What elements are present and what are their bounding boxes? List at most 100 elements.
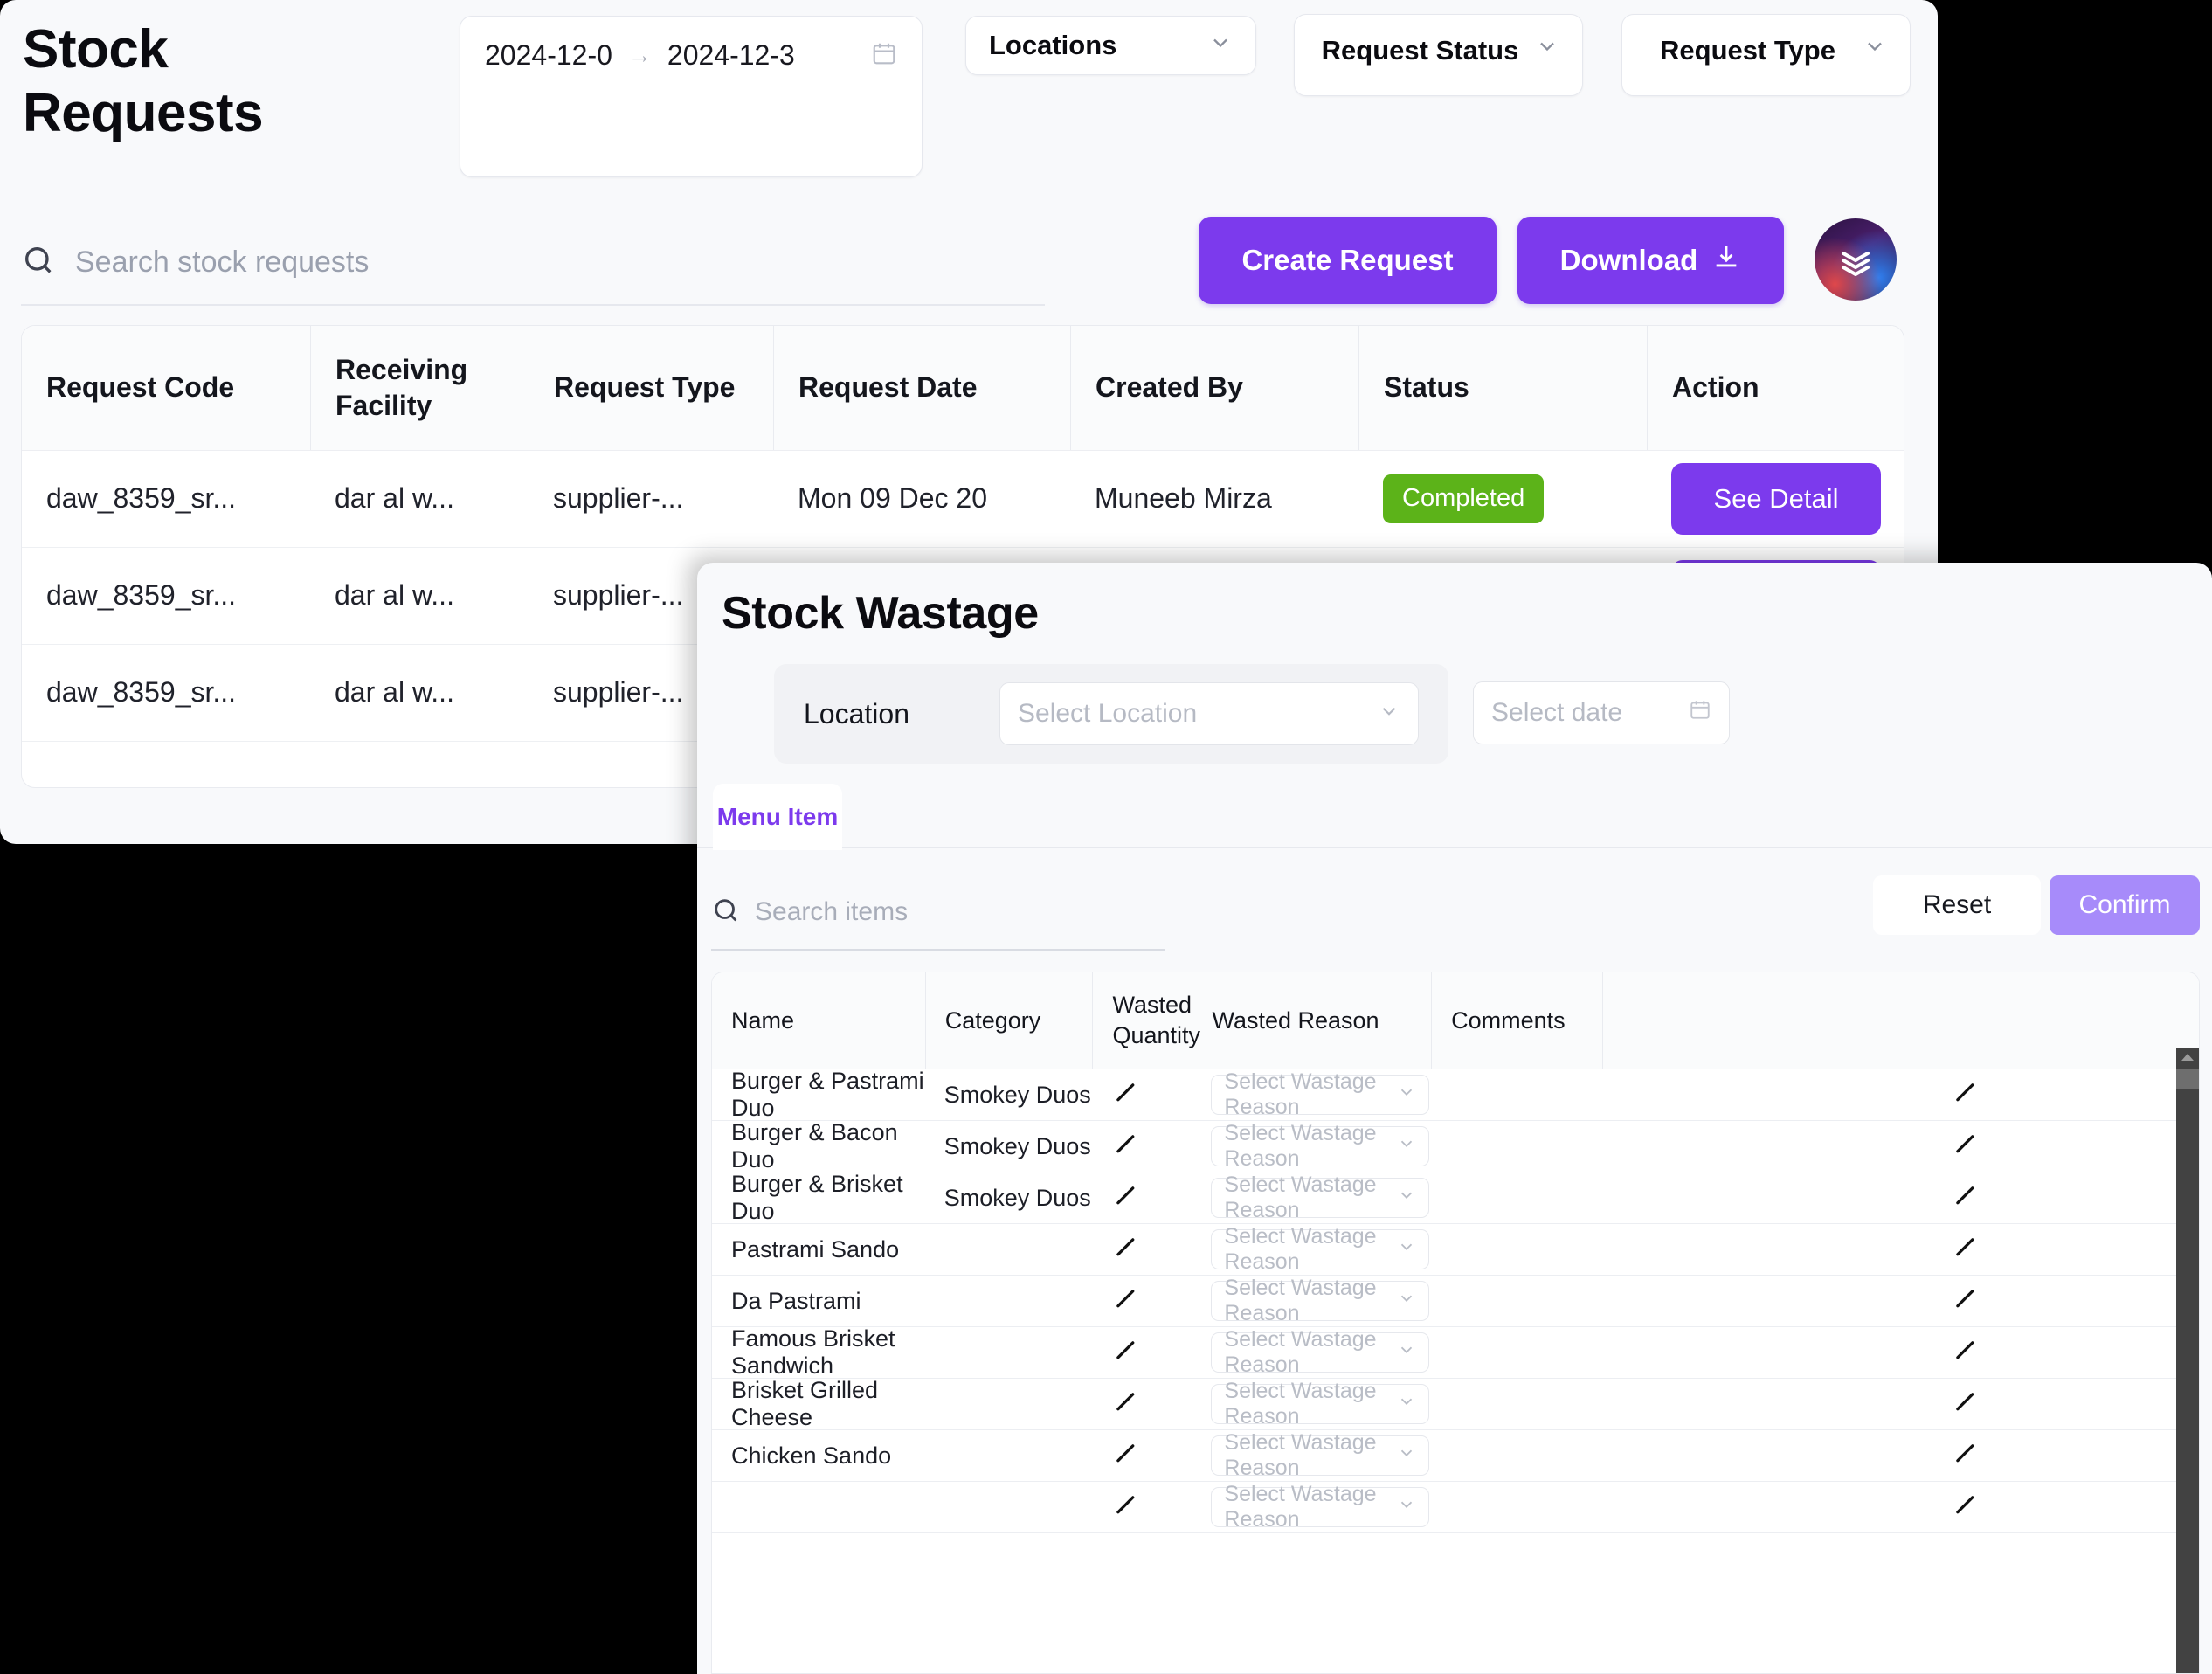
cell-category bbox=[925, 1430, 1093, 1481]
wastage-reason-select[interactable]: Select Wastage Reason bbox=[1211, 1126, 1429, 1166]
table-row[interactable]: Select Wastage Reason bbox=[712, 1482, 2199, 1533]
pencil-icon[interactable] bbox=[1952, 1491, 1978, 1524]
wastage-reason-select[interactable]: Select Wastage Reason bbox=[1211, 1487, 1429, 1527]
stock-wastage-modal: Stock Wastage Location Select Location S… bbox=[697, 563, 2212, 1674]
cell-wasted-reason: Select Wastage Reason bbox=[1192, 1430, 1431, 1481]
column-header-action: Action bbox=[1647, 326, 1900, 450]
calendar-icon bbox=[1689, 697, 1711, 729]
wastage-reason-placeholder: Select Wastage Reason bbox=[1224, 1430, 1397, 1481]
avatar[interactable] bbox=[1815, 218, 1897, 301]
pencil-icon[interactable] bbox=[1112, 1440, 1138, 1472]
see-detail-button[interactable]: See Detail bbox=[1671, 463, 1881, 535]
download-button[interactable]: Download bbox=[1517, 217, 1784, 304]
filter-locations[interactable]: Locations bbox=[965, 16, 1256, 75]
cell-row-edit bbox=[1602, 1379, 2199, 1429]
pencil-icon[interactable] bbox=[1112, 1234, 1138, 1266]
location-label: Location bbox=[804, 698, 909, 730]
pencil-icon[interactable] bbox=[1952, 1079, 1978, 1111]
pencil-icon[interactable] bbox=[1952, 1440, 1978, 1472]
modal-title: Stock Wastage bbox=[722, 587, 1039, 640]
table-scrollbar[interactable] bbox=[2176, 1048, 2199, 1674]
chevron-down-icon bbox=[1397, 1237, 1416, 1262]
cell-wasted-quantity bbox=[1093, 1172, 1192, 1223]
wastage-reason-select[interactable]: Select Wastage Reason bbox=[1211, 1075, 1429, 1115]
confirm-button[interactable]: Confirm bbox=[2050, 875, 2200, 935]
cell-receiving-facility: dar al w... bbox=[310, 548, 529, 644]
cell-wasted-reason: Select Wastage Reason bbox=[1192, 1327, 1431, 1378]
pencil-icon[interactable] bbox=[1112, 1131, 1138, 1163]
pencil-icon[interactable] bbox=[1952, 1388, 1978, 1421]
cell-comments bbox=[1431, 1276, 1602, 1326]
stock-requests-search[interactable] bbox=[21, 220, 1045, 306]
wastage-reason-select[interactable]: Select Wastage Reason bbox=[1211, 1178, 1429, 1218]
table-header-row: Name Category Wasted Quantity Wasted Rea… bbox=[712, 972, 2199, 1069]
wastage-reason-select[interactable]: Select Wastage Reason bbox=[1211, 1229, 1429, 1269]
location-select[interactable]: Select Location bbox=[999, 682, 1419, 745]
pencil-icon[interactable] bbox=[1112, 1388, 1138, 1421]
table-row[interactable]: Burger & Brisket DuoSmokey Duos Select Wa… bbox=[712, 1172, 2199, 1224]
table-row[interactable]: Famous Brisket SandwichSelect Wastage Re… bbox=[712, 1327, 2199, 1379]
date-range-picker[interactable]: 2024-12-0 → 2024-12-3 bbox=[460, 16, 923, 177]
chevron-down-icon bbox=[1378, 700, 1400, 729]
pencil-icon[interactable] bbox=[1112, 1337, 1138, 1369]
pencil-icon[interactable] bbox=[1952, 1285, 1978, 1318]
chevron-down-icon bbox=[1535, 34, 1559, 65]
table-body: Burger & Pastrami DuoSmokey DuosSelect W… bbox=[712, 1069, 2199, 1533]
cell-name: Burger & Brisket Duo bbox=[712, 1172, 925, 1223]
chevron-down-icon bbox=[1208, 31, 1233, 61]
table-row[interactable]: Brisket Grilled CheeseSelect Wastage Rea… bbox=[712, 1379, 2199, 1430]
cell-name: Burger & Bacon Duo bbox=[712, 1121, 925, 1172]
wastage-date-picker[interactable]: Select date bbox=[1473, 681, 1730, 744]
location-select-placeholder: Select Location bbox=[1018, 699, 1197, 729]
cell-category: Smokey Duos bbox=[925, 1172, 1093, 1223]
table-row[interactable]: Chicken SandoSelect Wastage Reason bbox=[712, 1430, 2199, 1482]
tab-menu-item[interactable]: Menu Item bbox=[713, 784, 842, 850]
wastage-reason-select[interactable]: Select Wastage Reason bbox=[1211, 1281, 1429, 1321]
filter-locations-label: Locations bbox=[989, 29, 1196, 63]
search-input[interactable] bbox=[755, 897, 1165, 927]
download-icon bbox=[1711, 242, 1741, 279]
table-row[interactable]: daw_8359_sr... dar al w... supplier-... … bbox=[22, 451, 1904, 548]
search-icon bbox=[711, 896, 741, 930]
scrollbar-thumb[interactable] bbox=[2176, 1069, 2199, 1089]
triangle-up-icon[interactable] bbox=[2176, 1048, 2199, 1067]
cell-wasted-quantity bbox=[1093, 1430, 1192, 1481]
wastage-reason-select[interactable]: Select Wastage Reason bbox=[1211, 1384, 1429, 1424]
reset-button[interactable]: Reset bbox=[1873, 875, 2041, 935]
pencil-icon[interactable] bbox=[1952, 1337, 1978, 1369]
column-header-comments: Comments bbox=[1431, 972, 1602, 1069]
cell-comments bbox=[1431, 1482, 1602, 1532]
search-icon bbox=[21, 243, 56, 282]
table-header-row: Request Code Receiving Facility Request … bbox=[22, 326, 1904, 451]
cell-wasted-reason: Select Wastage Reason bbox=[1192, 1172, 1431, 1223]
pencil-icon[interactable] bbox=[1952, 1234, 1978, 1266]
menu-item-search[interactable] bbox=[711, 875, 1165, 951]
pencil-icon[interactable] bbox=[1952, 1182, 1978, 1214]
pencil-icon[interactable] bbox=[1112, 1491, 1138, 1524]
cell-name: Pastrami Sando bbox=[712, 1224, 925, 1275]
cell-request-date: Mon 09 Dec 20 bbox=[773, 451, 1070, 547]
filter-request-status[interactable]: Request Status bbox=[1294, 14, 1583, 96]
cell-wasted-reason: Select Wastage Reason bbox=[1192, 1379, 1431, 1429]
column-header-request-type: Request Type bbox=[529, 326, 773, 450]
wastage-reason-select[interactable]: Select Wastage Reason bbox=[1211, 1435, 1429, 1476]
table-row[interactable]: Da PastramiSelect Wastage Reason bbox=[712, 1276, 2199, 1327]
filter-request-type[interactable]: Request Type bbox=[1621, 14, 1911, 96]
table-row[interactable]: Pastrami Sando Select Wastage Reason bbox=[712, 1224, 2199, 1276]
wastage-reason-placeholder: Select Wastage Reason bbox=[1224, 1224, 1397, 1275]
create-request-button[interactable]: Create Request bbox=[1199, 217, 1497, 304]
table-row[interactable]: Burger & Bacon DuoSmokey DuosSelect Wast… bbox=[712, 1121, 2199, 1172]
wastage-reason-select[interactable]: Select Wastage Reason bbox=[1211, 1332, 1429, 1373]
download-button-label: Download bbox=[1560, 244, 1698, 277]
cell-wasted-quantity bbox=[1093, 1276, 1192, 1326]
column-header-name: Name bbox=[712, 972, 925, 1069]
pencil-icon[interactable] bbox=[1112, 1182, 1138, 1214]
cell-request-type: supplier-... bbox=[529, 451, 773, 547]
pencil-icon[interactable] bbox=[1112, 1285, 1138, 1318]
pencil-icon[interactable] bbox=[1952, 1131, 1978, 1163]
table-row[interactable]: Burger & Pastrami DuoSmokey DuosSelect W… bbox=[712, 1069, 2199, 1121]
cell-row-edit bbox=[1602, 1276, 2199, 1326]
search-input[interactable] bbox=[75, 246, 1045, 280]
pencil-icon[interactable] bbox=[1112, 1079, 1138, 1111]
wastage-reason-placeholder: Select Wastage Reason bbox=[1224, 1482, 1397, 1532]
